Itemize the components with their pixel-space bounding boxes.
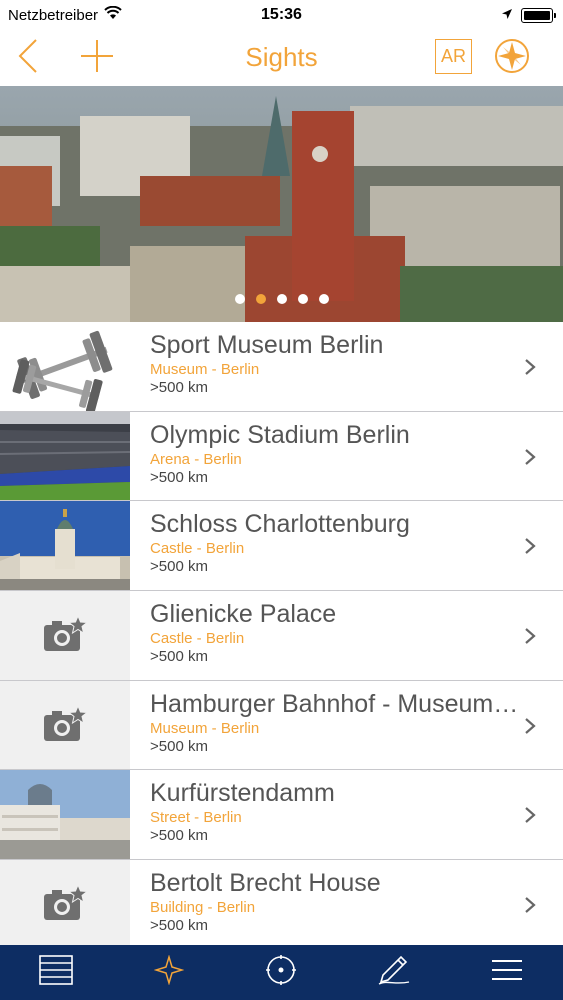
menu-icon [491, 958, 523, 987]
sight-row[interactable]: Schloss Charlottenburg Castle - Berlin >50… [0, 501, 563, 592]
sight-title: Sport Museum Berlin [150, 331, 384, 359]
chevron-right-icon [523, 627, 537, 645]
sight-text: Glienicke Palace Castle - Berlin >500 km [130, 591, 563, 680]
sight-thumbnail [0, 322, 130, 411]
location-arrow-icon [501, 7, 513, 24]
camera-icon [44, 884, 88, 921]
status-bar: Netzbetreiber 15:36 [0, 0, 563, 30]
page-indicator[interactable] [0, 294, 563, 304]
placeholder-thumbnail [0, 680, 130, 770]
placeholder-thumbnail [0, 591, 130, 680]
sight-title: Hamburger Bahnhof - Museum für Gegenwart [150, 689, 520, 718]
camera-icon [44, 615, 88, 652]
sight-category: Building - Berlin [150, 899, 256, 917]
tab-location[interactable] [225, 945, 338, 1000]
status-time: 15:36 [261, 6, 302, 23]
sight-distance: >500 km [150, 827, 208, 845]
tab-list[interactable] [0, 945, 113, 1000]
sight-category: Castle - Berlin [150, 630, 245, 648]
tab-menu[interactable] [450, 945, 563, 1000]
tab-bar [0, 945, 563, 1000]
sight-category: Castle - Berlin [150, 540, 245, 558]
sight-row[interactable]: Sport Museum Berlin Museum - Berlin >500 k… [0, 322, 563, 412]
page-dot[interactable] [234, 294, 245, 304]
sight-distance: >500 km [150, 917, 208, 935]
sight-distance: >500 km [150, 737, 208, 755]
sight-title: Olympic Stadium Berlin [150, 420, 410, 449]
sight-thumbnail [0, 770, 130, 860]
ar-label: AR [440, 46, 466, 66]
sight-text: Bertolt Brecht House Building - Berlin >50… [130, 860, 563, 949]
sight-title: Glienicke Palace [150, 600, 337, 629]
list-icon [39, 955, 74, 990]
chevron-right-icon [523, 717, 537, 735]
page-dot[interactable] [276, 294, 287, 304]
sight-distance: >500 km [150, 379, 208, 396]
sight-distance: >500 km [150, 648, 208, 666]
status-right [501, 7, 556, 24]
sight-title: Schloss Charlottenburg [150, 510, 410, 539]
sights-list: Sport Museum Berlin Museum - Berlin >500 k… [0, 322, 563, 950]
page-dot[interactable] [297, 294, 308, 304]
sight-category: Museum - Berlin [150, 361, 260, 378]
sight-row[interactable]: Glienicke Palace Castle - Berlin >500 km [0, 591, 563, 681]
hero-carousel[interactable] [0, 86, 563, 322]
tab-notes[interactable] [338, 945, 451, 1000]
sight-title: Kurfürstendamm [150, 779, 335, 808]
sight-row[interactable]: Hamburger Bahnhof - Museum für Gegenwart… [0, 680, 563, 771]
sight-thumbnail [0, 411, 130, 501]
sight-text: Kurfürstendamm Street - Berlin >500 km [130, 770, 563, 859]
compass-button[interactable] [490, 36, 534, 80]
pencil-icon [377, 954, 411, 991]
sight-category: Museum - Berlin [150, 719, 260, 737]
sight-text: Hamburger Bahnhof - Museum für Gegenwart… [130, 681, 563, 770]
star-icon [153, 954, 185, 990]
chevron-right-icon [523, 448, 537, 466]
page-dot[interactable] [255, 294, 266, 304]
navigation-bar: Sights AR [0, 30, 563, 86]
sight-distance: >500 km [150, 468, 208, 486]
hero-image [0, 86, 563, 322]
battery-icon [521, 8, 556, 23]
chevron-right-icon [523, 806, 537, 824]
page-title: Sights [245, 42, 318, 72]
sight-thumbnail [0, 501, 130, 591]
tab-sights[interactable] [113, 945, 226, 1000]
sight-text: Schloss Charlottenburg Castle - Berlin >50… [130, 501, 563, 590]
camera-icon [44, 705, 88, 742]
chevron-right-icon [523, 537, 537, 555]
sight-distance: >500 km [150, 558, 208, 576]
sight-text: Sport Museum Berlin Museum - Berlin >500 k… [130, 322, 563, 411]
placeholder-thumbnail [0, 860, 130, 949]
sight-category: Street - Berlin [150, 809, 242, 827]
compass-icon [493, 37, 531, 80]
sight-row[interactable]: Kurfürstendamm Street - Berlin >500 km [0, 770, 563, 861]
location-target-icon [265, 954, 297, 991]
page-dot[interactable] [318, 294, 329, 304]
sight-category: Arena - Berlin [150, 450, 242, 468]
sight-title: Bertolt Brecht House [150, 869, 381, 898]
ar-button[interactable]: AR [435, 39, 472, 74]
chevron-right-icon [523, 358, 537, 376]
chevron-right-icon [523, 896, 537, 914]
sight-row[interactable]: Olympic Stadium Berlin Arena - Berlin >500… [0, 411, 563, 502]
sight-text: Olympic Stadium Berlin Arena - Berlin >500… [130, 412, 563, 501]
sight-row[interactable]: Bertolt Brecht House Building - Berlin >50… [0, 860, 563, 950]
